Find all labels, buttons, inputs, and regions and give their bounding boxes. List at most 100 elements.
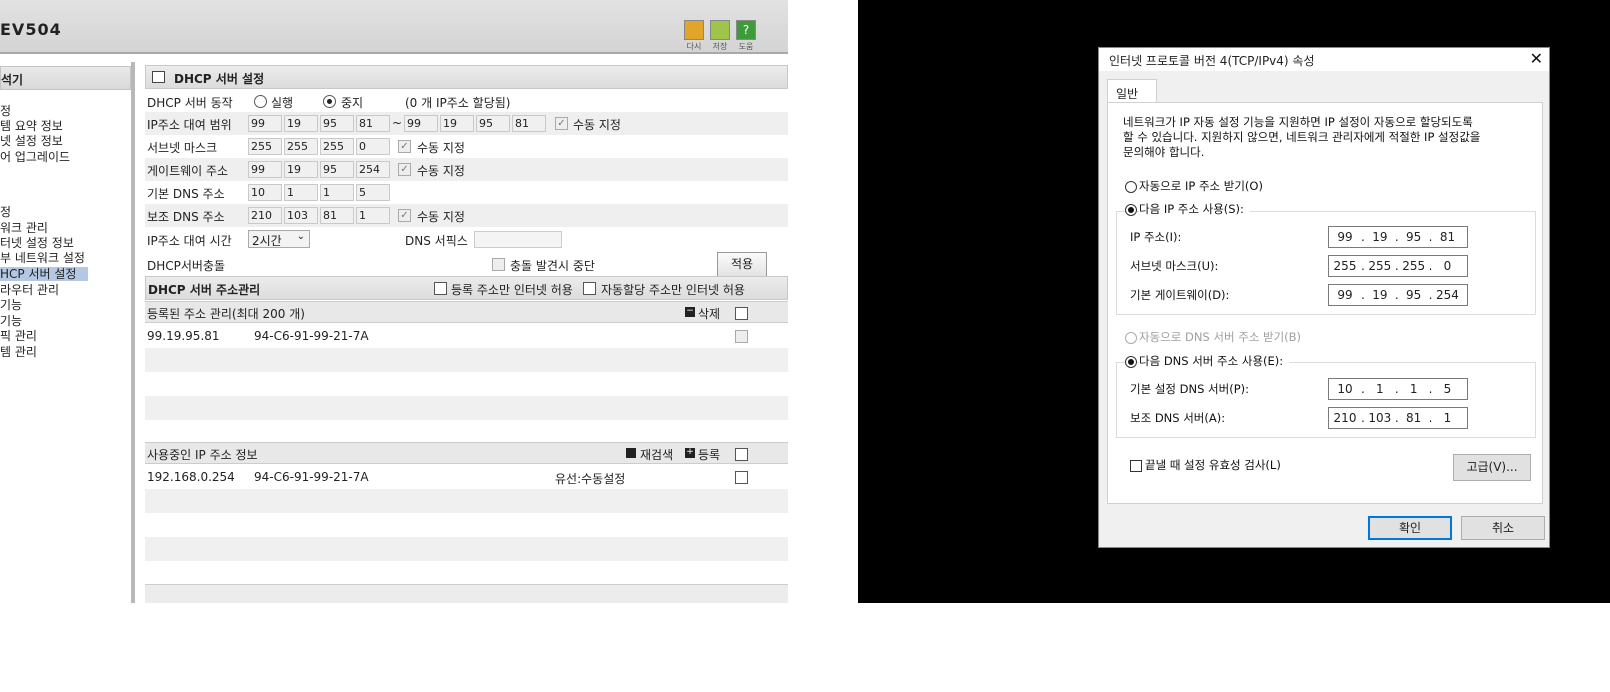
table-row-empty — [145, 513, 788, 537]
sidebar-item[interactable]: 템 관리 — [0, 345, 37, 359]
dns1-octet[interactable]: 5 — [356, 184, 390, 201]
delete-label[interactable]: 삭제 — [698, 305, 720, 322]
help-label: 도움 — [738, 42, 754, 51]
subnet-octet[interactable]: 255 — [320, 138, 354, 155]
minus-icon[interactable]: − — [685, 307, 695, 317]
dns1-octet[interactable]: 1 — [284, 184, 318, 201]
range-end-octet[interactable]: 19 — [440, 115, 474, 132]
range-start-octet[interactable]: 81 — [356, 115, 390, 132]
gateway-octet[interactable]: 95 — [320, 161, 354, 178]
sidebar-item[interactable]: 라우터 관리 — [0, 283, 59, 297]
sidebar-item[interactable]: 기능 — [0, 298, 22, 312]
dns2-octet[interactable]: 210 — [248, 207, 282, 224]
stop-radio[interactable] — [323, 95, 336, 108]
dns2-manual-checkbox[interactable]: ✓ — [398, 209, 411, 222]
manual-ip-label: 다음 IP 주소 사용(S): — [1139, 202, 1250, 217]
run-radio[interactable] — [254, 95, 267, 108]
sidebar-item[interactable]: 기능 — [0, 314, 22, 328]
description-line: 네트워크가 IP 자동 설정 기능을 지원하면 IP 설정이 자동으로 할당되도… — [1123, 115, 1473, 129]
plus-icon[interactable]: + — [685, 448, 695, 458]
conflict-stop-label: 충돌 발견시 중단 — [510, 259, 595, 273]
auto-dns-radio[interactable] — [1125, 332, 1137, 344]
lease-select[interactable]: 2시간 ⌄ — [248, 230, 310, 248]
gateway-octet[interactable]: 99 — [248, 161, 282, 178]
inuse-table-header: 사용중인 IP 주소 정보 재검색 + 등록 — [145, 442, 788, 464]
sidebar-item[interactable]: 어 업그레이드 — [0, 150, 70, 164]
tab-general[interactable]: 일반 — [1107, 79, 1157, 103]
select-all-inuse-checkbox[interactable] — [735, 448, 748, 461]
subnet-octet[interactable]: 255 — [284, 138, 318, 155]
gateway-field[interactable]: 99. 19. 95. 254 — [1328, 284, 1468, 306]
cancel-button[interactable]: 취소 — [1461, 516, 1545, 540]
preferred-dns-field[interactable]: 10. 1. 1. 5 — [1328, 378, 1468, 400]
dhcp-operation-row: DHCP 서버 동작 실행 중지 (0 개 IP주소 할당됨) — [145, 90, 788, 113]
row-checkbox[interactable] — [735, 330, 748, 343]
dns1-octet[interactable]: 10 — [248, 184, 282, 201]
range-start-octet[interactable]: 19 — [284, 115, 318, 132]
table-row-empty — [145, 348, 788, 372]
select-all-registered-checkbox[interactable] — [735, 307, 748, 320]
general-tab-pane: 네트워크가 IP 자동 설정 기능을 지원하면 IP 설정이 자동으로 할당되도… — [1107, 102, 1543, 504]
sidebar-item[interactable]: 부 네트워크 설정 — [0, 251, 85, 265]
router-logo: EV504 — [0, 20, 62, 39]
range-start-octet[interactable]: 99 — [248, 115, 282, 132]
main-content: DHCP 서버 설정 DHCP 서버 동작 실행 중지 (0 개 IP주소 할당… — [145, 62, 788, 603]
manual-ip-radio[interactable] — [1125, 204, 1137, 216]
apply-button[interactable]: 적용 — [717, 252, 767, 277]
field-label: 기본 DNS 주소 — [147, 187, 225, 201]
validate-checkbox[interactable] — [1130, 460, 1142, 472]
description-line: 문의해야 합니다. — [1123, 145, 1205, 159]
only-auto-checkbox[interactable] — [583, 282, 596, 295]
gateway-manual-checkbox[interactable]: ✓ — [398, 163, 411, 176]
range-end-octet[interactable]: 81 — [512, 115, 546, 132]
subnet-mask-field[interactable]: 255. 255. 255. 0 — [1328, 255, 1468, 277]
save-icon[interactable] — [710, 20, 730, 40]
sidebar-item[interactable]: 워크 관리 — [0, 221, 48, 235]
gateway-label: 기본 게이트웨이(D): — [1130, 288, 1230, 302]
conflict-stop-checkbox[interactable] — [492, 258, 505, 271]
gateway-octet[interactable]: 19 — [284, 161, 318, 178]
alternate-dns-field[interactable]: 210. 103. 81. 1 — [1328, 407, 1468, 429]
auto-ip-radio[interactable] — [1125, 181, 1137, 193]
dns-suffix-input[interactable] — [474, 231, 562, 248]
dns2-octet[interactable]: 81 — [320, 207, 354, 224]
refresh-icon[interactable] — [684, 20, 704, 40]
rescan-label[interactable]: 재검색 — [640, 446, 673, 463]
table-row-empty — [145, 420, 788, 444]
pagination-bar — [145, 584, 788, 603]
auto-dns-label: 자동으로 DNS 서버 주소 받기(B) — [1139, 330, 1302, 344]
sidebar-item[interactable]: 템 요약 정보 — [0, 119, 63, 133]
gateway-octet[interactable]: 254 — [356, 161, 390, 178]
sidebar-item[interactable]: 픽 관리 — [0, 329, 37, 343]
divider-space — [788, 0, 858, 603]
register-label[interactable]: 등록 — [698, 446, 720, 463]
range-end-octet[interactable]: 95 — [476, 115, 510, 132]
sidebar-item[interactable]: 정 — [0, 205, 11, 219]
range-end-octet[interactable]: 99 — [404, 115, 438, 132]
search-icon[interactable] — [626, 448, 636, 458]
row-checkbox[interactable] — [735, 471, 748, 484]
manual-label: 수동 지정 — [417, 210, 465, 224]
inuse-type: 유선:수동설정 — [555, 472, 626, 486]
ok-button[interactable]: 확인 — [1368, 516, 1452, 540]
range-manual-checkbox[interactable]: ✓ — [555, 117, 568, 130]
sidebar-item[interactable]: 넷 설정 정보 — [0, 134, 63, 148]
subnet-octet[interactable]: 255 — [248, 138, 282, 155]
ip-address-field[interactable]: 99. 19. 95. 81 — [1328, 226, 1468, 248]
range-start-octet[interactable]: 95 — [320, 115, 354, 132]
help-icon[interactable]: ? — [736, 20, 756, 40]
sidebar-item-dhcp-selected[interactable]: HCP 서버 설정 — [0, 267, 88, 281]
dns2-octet[interactable]: 1 — [356, 207, 390, 224]
dns1-octet[interactable]: 1 — [320, 184, 354, 201]
subnet-octet[interactable]: 0 — [356, 138, 390, 155]
close-icon[interactable]: ✕ — [1530, 49, 1543, 68]
manual-dns-radio[interactable] — [1125, 356, 1137, 368]
subnet-manual-checkbox[interactable]: ✓ — [398, 140, 411, 153]
dns2-octet[interactable]: 103 — [284, 207, 318, 224]
only-registered-checkbox[interactable] — [434, 282, 447, 295]
sidebar-item[interactable]: 터넷 설정 정보 — [0, 236, 74, 250]
sidebar-item[interactable]: 정 — [0, 104, 11, 118]
dns1-octet: 10 — [1337, 382, 1353, 396]
advanced-button[interactable]: 고급(V)... — [1453, 454, 1531, 481]
ip-label: IP 주소(I): — [1130, 230, 1182, 244]
